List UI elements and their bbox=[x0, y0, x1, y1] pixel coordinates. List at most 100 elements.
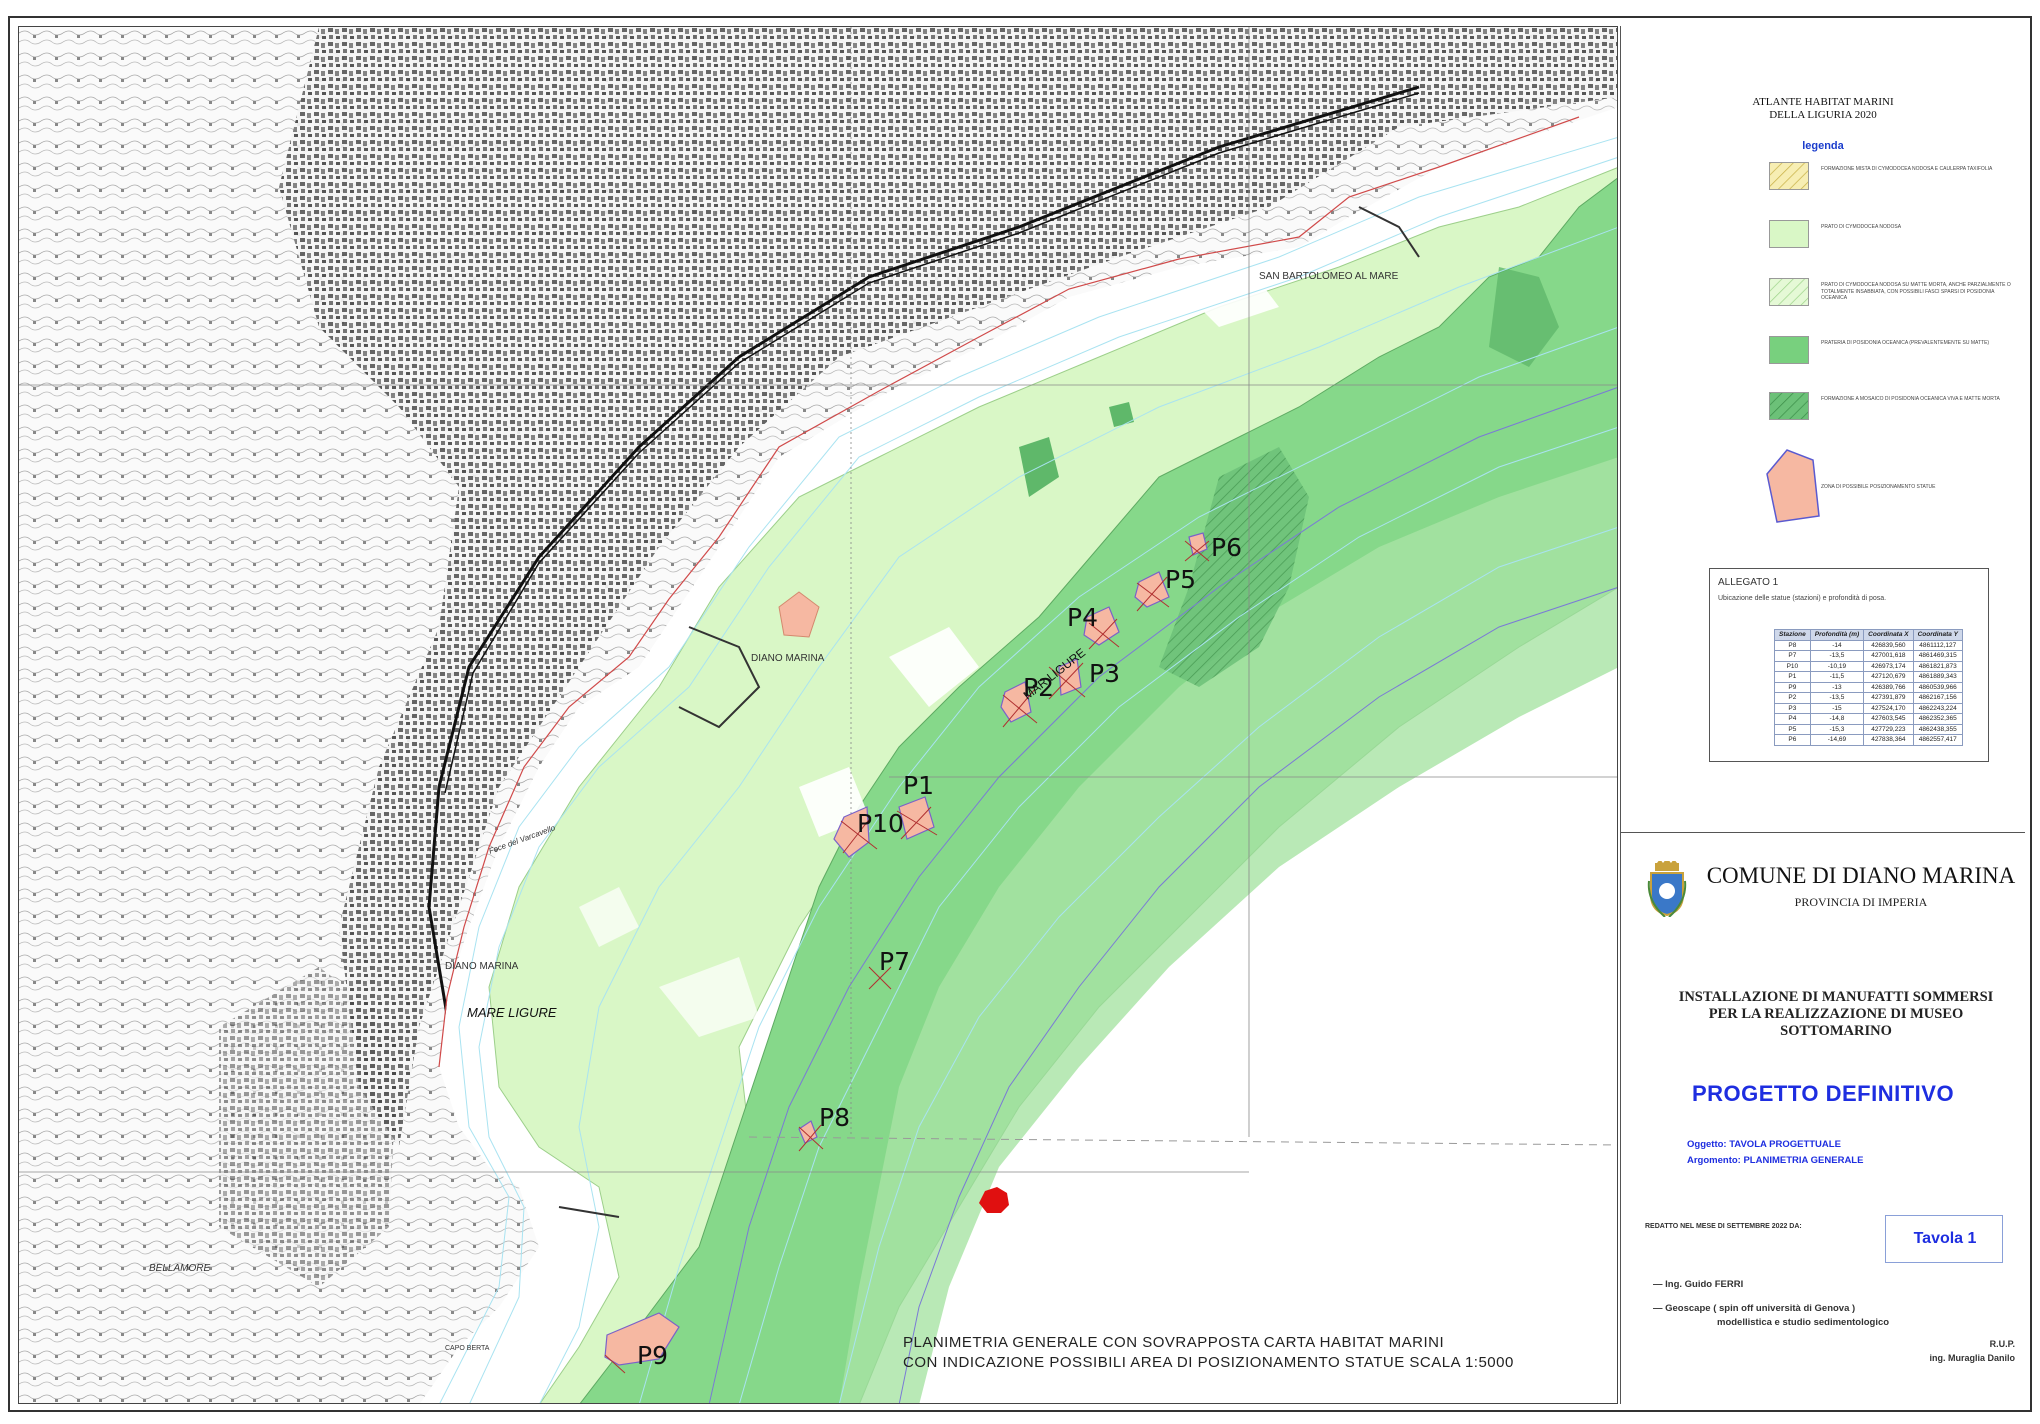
table-cell: 426389,766 bbox=[1863, 681, 1914, 693]
table-cell: -14 bbox=[1809, 639, 1865, 651]
legend-title: ATLANTE HABITAT MARINI DELLA LIGURIA 202… bbox=[1621, 96, 2025, 122]
project-title-line1: INSTALLAZIONE DI MANUFATTI SOMMERSI bbox=[1678, 989, 1994, 1005]
table-row: P3 -15 427524,170 4862243,224 bbox=[1774, 702, 1963, 714]
table-row: P1 -11,5 427120,679 4861889,343 bbox=[1774, 671, 1963, 683]
legend-item-label: Prato di Cymodocea nodosa bbox=[1821, 224, 1902, 230]
table-cell: 4861112,127 bbox=[1912, 639, 1963, 651]
place-label-diano-marina-port: DIANO MARINA bbox=[751, 653, 825, 664]
table-cell: 427524,170 bbox=[1863, 702, 1914, 714]
legend-item-label: Formazione a mosaico di Posidonia oceani… bbox=[1821, 396, 2000, 402]
table-cell: -15 bbox=[1809, 702, 1865, 714]
table-cell: P2 bbox=[1774, 692, 1811, 704]
point-label-p9[interactable]: P9 bbox=[637, 1341, 668, 1370]
rup-name: ing. Muraglia Danilo bbox=[1929, 1353, 2015, 1363]
point-label-p8[interactable]: P8 bbox=[819, 1103, 850, 1132]
table-cell: 4862438,355 bbox=[1912, 723, 1963, 735]
table-row: P8 -14 426839,560 4861112,127 bbox=[1774, 639, 1963, 651]
author-geoscape: — Geoscape ( spin off università di Geno… bbox=[1653, 1303, 1856, 1314]
light-green-swatch-icon bbox=[1769, 220, 1809, 248]
legend-item-mosaico: Formazione a mosaico di Posidonia oceani… bbox=[1769, 392, 2009, 432]
author-geoscape-role: modellistica e studio sedimentologico bbox=[1717, 1317, 1890, 1328]
point-label-p5[interactable]: P5 bbox=[1165, 565, 1196, 594]
table-cell: 427603,545 bbox=[1863, 713, 1914, 725]
table-cell: -15,3 bbox=[1809, 723, 1865, 735]
project-title-line2: PER LA REALIZZAZIONE DI MUSEO bbox=[1708, 1006, 1964, 1022]
project-title-line3: SOTTOMARINO bbox=[1780, 1023, 1892, 1039]
point-label-p10[interactable]: P10 bbox=[857, 809, 904, 838]
map-caption: PLANIMETRIA GENERALE CON SOVRAPPOSTA CAR… bbox=[903, 1333, 1514, 1373]
title-block: COMUNE DI DIANO MARINA PROVINCIA DI IMPE… bbox=[1621, 832, 2025, 1404]
legend-item-label: Prato di Cymodocea nodosa su matte morta… bbox=[1821, 282, 2011, 301]
rup-label: R.U.P. bbox=[1989, 1339, 2015, 1349]
redatto-line: REDATTO NEL MESE DI SETTEMBRE 2022 DA: bbox=[1645, 1223, 1802, 1230]
table-header-row: Stazione Profondità (m) Coordinata X Coo… bbox=[1774, 629, 1963, 641]
tavola-label: Tavola 1 bbox=[1913, 1230, 1977, 1247]
allegato-title: ALLEGATO 1 bbox=[1718, 577, 1779, 588]
table-row: P10 -10,19 426973,174 4861821,873 bbox=[1774, 660, 1963, 672]
statue-zone-swatch-icon bbox=[1766, 449, 1820, 523]
table-cell: P5 bbox=[1774, 723, 1811, 735]
legend-item-label: Formazione mista di Cymodocea nodosa e C… bbox=[1821, 166, 1993, 172]
place-label-san-bartolomeo: SAN BARTOLOMEO AL MARE bbox=[1259, 271, 1399, 282]
column-header: Coordinata X bbox=[1863, 629, 1914, 641]
table-cell: P9 bbox=[1774, 681, 1811, 693]
table-cell: P10 bbox=[1774, 660, 1811, 672]
table-cell: 426973,174 bbox=[1863, 660, 1914, 672]
point-label-p6[interactable]: P6 bbox=[1211, 533, 1242, 562]
point-label-p4[interactable]: P4 bbox=[1067, 603, 1098, 632]
map-caption-line2: CON INDICAZIONE POSSIBILI AREA DI POSIZI… bbox=[903, 1354, 1514, 1371]
table-cell: 4861821,873 bbox=[1912, 660, 1963, 672]
table-cell: P6 bbox=[1774, 734, 1811, 746]
point-label-p7[interactable]: P7 bbox=[879, 947, 910, 976]
table-cell: 4862352,365 bbox=[1912, 713, 1963, 725]
comune-name: COMUNE DI DIANO MARINA bbox=[1706, 863, 2016, 888]
map-canvas bbox=[19, 27, 1617, 1403]
table-row: P7 -13,5 427001,618 4861469,315 bbox=[1774, 650, 1963, 662]
argomento-line: Argomento: PLANIMETRIA GENERALE bbox=[1687, 1155, 1864, 1166]
place-label-bellamore: BELLAMORE bbox=[149, 1263, 211, 1274]
table-cell: 427120,679 bbox=[1863, 671, 1914, 683]
project-title: INSTALLAZIONE DI MANUFATTI SOMMERSI PER … bbox=[1651, 989, 2021, 1040]
legend-item-statue-zone: Zona di possibile posizionamento statue bbox=[1766, 446, 2009, 526]
table-cell: -13,5 bbox=[1809, 650, 1865, 662]
table-cell: 4861889,343 bbox=[1912, 671, 1963, 683]
column-header: Stazione bbox=[1774, 629, 1811, 641]
table-cell: 4862167,156 bbox=[1912, 692, 1963, 704]
hatch-yellow-swatch-icon bbox=[1769, 162, 1809, 190]
table-row: P4 -14,8 427603,545 4862352,365 bbox=[1774, 713, 1963, 725]
table-cell: 427391,879 bbox=[1863, 692, 1914, 704]
tavola-box: Tavola 1 bbox=[1885, 1215, 2003, 1263]
author-ferri: — Ing. Guido FERRI bbox=[1653, 1279, 1744, 1290]
legend-title-line2: DELLA LIGURIA 2020 bbox=[1769, 109, 1877, 121]
place-label-mare-ligure-west: MARE LIGURE bbox=[467, 1005, 557, 1020]
map-area[interactable]: P6 P5 P4 P3 P2 P1 P10 P7 P8 P9 DIANO MAR… bbox=[18, 26, 1618, 1404]
hatch-dark-green-swatch-icon bbox=[1769, 392, 1809, 420]
allegato-table-body: P8 -14 426839,560 4861112,127 P7 -13,5 427001,… bbox=[1774, 639, 1963, 746]
table-cell: 4862557,417 bbox=[1912, 734, 1963, 746]
oggetto-line: Oggetto: TAVOLA PROGETTUALE bbox=[1687, 1139, 1841, 1150]
table-cell: 4860539,966 bbox=[1912, 681, 1963, 693]
hatch-light-green-swatch-icon bbox=[1769, 278, 1809, 306]
legend-subtitle: legenda bbox=[1802, 140, 1844, 152]
municipal-crest-icon bbox=[1647, 861, 1687, 917]
table-cell: 4862243,224 bbox=[1912, 702, 1963, 714]
legend-title-line1: ATLANTE HABITAT MARINI bbox=[1752, 96, 1894, 108]
table-row: P2 -13,5 427391,879 4862167,156 bbox=[1774, 692, 1963, 704]
column-header: Profondità (m) bbox=[1809, 629, 1865, 641]
table-cell: P8 bbox=[1774, 639, 1811, 651]
table-cell: 427001,618 bbox=[1863, 650, 1914, 662]
allegato-table: Stazione Profondità (m) Coordinata X Coo… bbox=[1774, 629, 1963, 746]
table-row: P9 -13 426389,766 4860539,966 bbox=[1774, 681, 1963, 693]
legend-item-prato-matte: Prato di Cymodocea nodosa su matte morta… bbox=[1769, 278, 2011, 318]
table-cell: P1 bbox=[1774, 671, 1811, 683]
side-panel: ATLANTE HABITAT MARINI DELLA LIGURIA 202… bbox=[1620, 26, 2025, 1404]
table-cell: 427838,364 bbox=[1863, 734, 1914, 746]
legend-item-prato: Prato di Cymodocea nodosa bbox=[1769, 220, 2009, 260]
point-label-p3[interactable]: P3 bbox=[1089, 659, 1120, 688]
legend-item-label: Prateria di Posidonia oceanica (prevalen… bbox=[1821, 340, 1990, 346]
point-label-p1[interactable]: P1 bbox=[903, 771, 934, 800]
legend-item-posidonia: Prateria di Posidonia oceanica (prevalen… bbox=[1769, 336, 2009, 376]
place-label-diano-marina-coast: DIANO MARINA bbox=[445, 961, 519, 972]
table-row: P6 -14,69 427838,364 4862557,417 bbox=[1774, 734, 1963, 746]
provincia-name: PROVINCIA DI IMPERIA bbox=[1794, 895, 1928, 909]
